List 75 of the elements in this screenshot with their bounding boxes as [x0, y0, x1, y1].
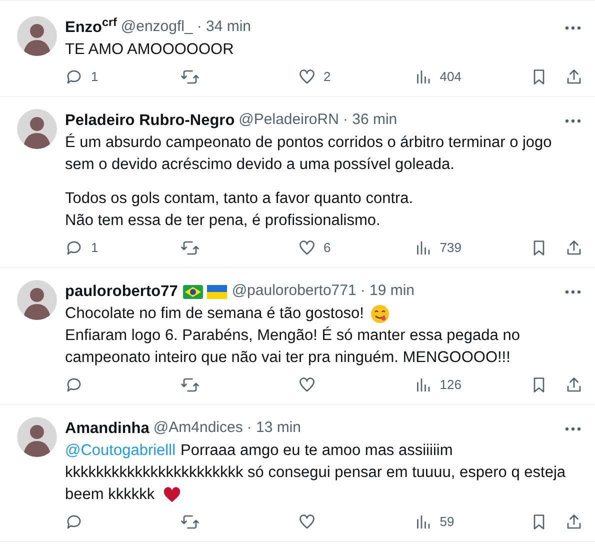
heart-outline-icon: [298, 68, 316, 86]
user-handle[interactable]: @enzogfl_: [120, 16, 193, 39]
smiling-face-icon: [370, 304, 390, 324]
repost-icon: [181, 239, 200, 257]
share-icon: [565, 376, 583, 394]
action-count: 2: [324, 68, 331, 86]
like-button[interactable]: [298, 68, 316, 86]
repost-button[interactable]: [181, 513, 200, 531]
tweet-time[interactable]: · 34 min: [196, 16, 252, 39]
action-count: 739: [440, 239, 462, 258]
share-button[interactable]: [565, 239, 583, 257]
user-name[interactable]: Enzo$^{crf}$: [65, 16, 117, 40]
ukraine-flag-icon: [206, 284, 227, 298]
action-count: 1: [91, 68, 98, 86]
avatar[interactable]: [17, 417, 57, 457]
tweet-time[interactable]: · 36 min: [342, 109, 398, 132]
reply-button[interactable]: [65, 513, 83, 531]
tweet-text: campeonato inteiro que não vai ter pra ninguém. MENGOOOO!!!: [65, 348, 510, 368]
like-button[interactable]: [298, 513, 316, 531]
user-handle[interactable]: @Am4ndices: [153, 417, 243, 440]
repost-icon: [181, 68, 200, 86]
brazil-flag-icon: [182, 284, 203, 298]
action-count: 6: [324, 239, 331, 258]
action-count: 126: [440, 376, 462, 394]
user-name[interactable]: pauloroberto77: [65, 280, 178, 304]
heart-outline-icon: [298, 376, 316, 394]
repost-icon: [181, 376, 200, 394]
user-handle[interactable]: @pauloroberto771: [232, 280, 356, 303]
tweet-text: Não tem essa de ter pena, é profissionalismo.: [65, 211, 380, 231]
tweet-text: Todos os gols contam, tanto a favor quanto contra.: [65, 189, 414, 209]
heart-icon: [162, 487, 181, 503]
heart-outline-icon: [298, 239, 316, 257]
reply-icon: [65, 376, 83, 394]
tweet-text: É um absurdo campeonato de pontos corridos o árbitro terminar o jogo: [65, 132, 552, 153]
tweet-text: Chocolate no fim de semana é tão gostoso!: [65, 304, 364, 324]
share-button[interactable]: [565, 68, 583, 86]
heart-outline-icon: [298, 513, 316, 531]
share-button[interactable]: [565, 513, 583, 531]
like-button[interactable]: [298, 239, 316, 257]
action-count: 59: [440, 513, 454, 532]
reply-button[interactable]: [65, 376, 83, 394]
tweet-text: Enfiaram logo 6. Parabéns, Mengão! É só manter essa pegada no: [65, 326, 520, 346]
reply-icon: [65, 239, 83, 257]
tweet-text: Porraaa amgo eu te amoo mas assiiiiim: [180, 441, 453, 461]
like-button[interactable]: [298, 376, 316, 394]
tweet-text: TE AMO AMOOOOOOR: [65, 40, 234, 60]
tweet-text: kkkkkkkkkkkkkkkkkkkkkkk só consegui pensar em tuuuu, espero q esteja: [65, 463, 566, 483]
action-count: 404: [440, 68, 462, 86]
repost-icon: [181, 513, 200, 531]
avatar[interactable]: [17, 280, 57, 320]
share-icon: [565, 239, 583, 257]
avatar[interactable]: [17, 16, 57, 56]
tweet-text: beem kkkkkk: [65, 485, 155, 505]
more-icon[interactable]: [565, 26, 581, 30]
user-handle[interactable]: @PeladeiroRN: [238, 109, 339, 132]
more-icon[interactable]: [565, 118, 581, 122]
more-icon[interactable]: [565, 290, 581, 294]
user-name[interactable]: Peladeiro Rubro-Negro: [65, 108, 235, 132]
action-count: 1: [91, 239, 98, 258]
share-icon: [565, 68, 583, 86]
repost-button[interactable]: [181, 376, 200, 394]
reply-button[interactable]: [65, 68, 83, 86]
repost-button[interactable]: [181, 239, 200, 257]
user-name[interactable]: Amandinha: [65, 416, 150, 440]
reply-icon: [65, 68, 83, 86]
reply-icon: [65, 513, 83, 531]
share-icon: [565, 513, 583, 531]
tweet-time[interactable]: · 13 min: [246, 417, 302, 440]
tweet-text: sem o devido acréscimo devido a uma possível goleada.: [65, 155, 454, 175]
reply-button[interactable]: [65, 239, 83, 257]
repost-button[interactable]: [181, 68, 200, 86]
more-icon[interactable]: [565, 426, 581, 430]
avatar[interactable]: [17, 109, 57, 149]
share-button[interactable]: [565, 376, 583, 394]
tweet-time[interactable]: · 19 min: [360, 280, 414, 303]
